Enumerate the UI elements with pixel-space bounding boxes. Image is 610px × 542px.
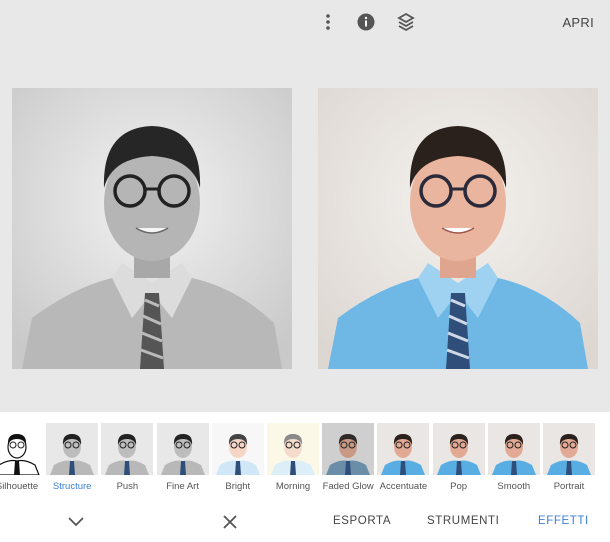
tab-esporta[interactable]: ESPORTA <box>333 515 391 527</box>
filter-thumb-pop[interactable] <box>432 423 485 475</box>
filter-thumb-smooth[interactable] <box>487 423 540 475</box>
tab-strumenti[interactable]: STRUMENTI <box>427 515 499 527</box>
top-bar: APRI <box>0 0 610 46</box>
filter-label: Faded Glow <box>322 481 374 492</box>
filter-strip[interactable]: Portrait Smooth Pop Accentuate Faded Glow Mor… <box>0 412 610 504</box>
more-vert-icon[interactable] <box>318 12 338 32</box>
info-icon[interactable] <box>356 12 376 32</box>
filter-thumb-structure[interactable] <box>46 423 99 475</box>
filter-label: Silhouette <box>0 481 39 492</box>
close-icon[interactable] <box>220 512 240 532</box>
filter-label: Structure <box>52 481 92 492</box>
edited-photo <box>318 88 598 369</box>
filter-thumb-morning[interactable] <box>267 423 319 475</box>
filter-label: Morning <box>275 481 311 492</box>
filter-label: Push <box>116 481 139 492</box>
filter-thumb-accentuate[interactable] <box>377 423 430 475</box>
filter-thumb-silhouette[interactable] <box>0 423 43 475</box>
bottom-bar: ESPORTA STRUMENTI EFFETTI <box>0 504 610 542</box>
open-button[interactable]: APRI <box>562 15 594 30</box>
filter-label: Portrait <box>553 481 585 492</box>
filter-thumb-fine-art[interactable] <box>156 423 209 475</box>
filter-label: Smooth <box>497 481 531 492</box>
filter-label: Accentuate <box>379 481 428 492</box>
filter-label: Pop <box>450 481 468 492</box>
photo-canvas <box>0 46 610 412</box>
layers-icon[interactable] <box>396 12 416 32</box>
filter-label: Bright <box>225 481 251 492</box>
filter-thumb-portrait[interactable] <box>543 423 595 475</box>
filter-thumb-push[interactable] <box>101 423 154 475</box>
original-photo <box>12 88 292 369</box>
chevron-down-icon[interactable] <box>66 512 86 532</box>
filter-label: Fine Art <box>166 481 199 492</box>
filter-thumb-faded-glow[interactable] <box>322 423 375 475</box>
tab-effetti[interactable]: EFFETTI <box>538 515 589 527</box>
filter-thumb-bright[interactable] <box>211 423 264 475</box>
